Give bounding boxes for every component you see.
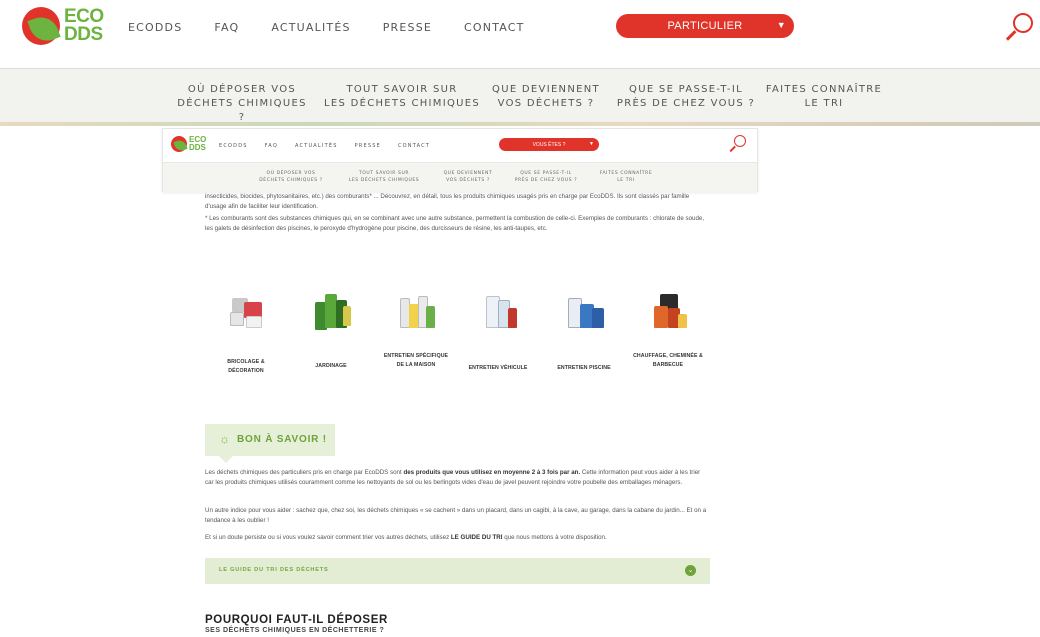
caret-down-icon: ▼	[589, 141, 594, 147]
paragraph-guide: Et si un doute persiste ou si vous voule…	[205, 534, 607, 541]
nav-faq[interactable]: FAQ	[265, 143, 278, 149]
search-icon[interactable]	[728, 135, 746, 153]
banner-strip	[0, 122, 1040, 126]
lightbulb-icon: ☼	[219, 432, 230, 446]
subnav-pres-de-chez-vous[interactable]: QUE SE PASSE-T-IL PRÈS DE CHEZ VOUS ?	[612, 83, 760, 111]
paragraph-frequence: Les déchets chimiques des particuliers p…	[205, 469, 701, 486]
category-entretien-piscine[interactable]: ENTRETIEN PISCINE	[549, 290, 619, 371]
bon-a-savoir-banner: ☼ BON À SAVOIR !	[205, 424, 335, 463]
nav-presse[interactable]: PRESSE	[383, 21, 432, 34]
guide-du-tri-link[interactable]: LE GUIDE DU TRI	[451, 534, 503, 541]
search-icon[interactable]	[1003, 13, 1033, 43]
nav-ecodds[interactable]: ECODDS	[128, 21, 182, 34]
subnav-que-deviennent[interactable]: QUE DEVIENNENT VOS DÉCHETS ?	[433, 170, 503, 184]
main-nav: ECODDS FAQ ACTUALITÉS PRESSE CONTACT	[128, 21, 557, 34]
leaf-logo-icon	[171, 136, 187, 152]
guide-du-tri-accordion[interactable]: LE GUIDE DU TRI DES DÉCHETS ⌄	[205, 558, 710, 584]
profile-dropdown-label: PARTICULIER	[667, 20, 743, 32]
nav-ecodds[interactable]: ECODDS	[219, 143, 248, 149]
category-entretien-maison[interactable]: ENTRETIEN SPÉCIFIQUE DE LA MAISON	[381, 290, 451, 368]
intro-paragraph: insecticides, biocides, phytosanitaires,…	[205, 193, 690, 210]
paint-cans-icon	[224, 290, 268, 330]
subnav-faites-connaitre[interactable]: FAITES CONNAÎTRE LE TRI	[589, 170, 663, 184]
section-subtitle: SES DÉCHETS CHIMIQUES EN DÉCHETTERIE ?	[205, 627, 385, 634]
subnav-ou-deposer[interactable]: OÙ DÉPOSER VOS DÉCHETS CHIMIQUES ?	[251, 170, 331, 184]
leaf-logo-icon	[22, 7, 60, 45]
profile-dropdown-small[interactable]: VOUS ÊTES ? ▼	[499, 138, 599, 151]
category-bricolage[interactable]: BRICOLAGE & DÉCORATION	[211, 290, 281, 374]
profile-dropdown[interactable]: PARTICULIER ▼	[616, 14, 794, 38]
home-products-icon	[394, 290, 438, 330]
category-entretien-vehicule[interactable]: ENTRETIEN VÉHICULE	[463, 290, 533, 371]
garden-bottles-icon	[309, 290, 353, 330]
subnav-que-deviennent[interactable]: QUE DEVIENNENT VOS DÉCHETS ?	[488, 83, 604, 111]
nav-contact[interactable]: CONTACT	[398, 143, 430, 149]
main-nav-small: ECODDS FAQ ACTUALITÉS PRESSE CONTACT	[219, 143, 447, 149]
caret-down-icon: ▼	[776, 20, 786, 30]
comburants-note: * Les comburants sont des substances chi…	[205, 215, 705, 232]
subnav-tout-savoir[interactable]: TOUT SAVOIR SUR LES DÉCHETS CHIMIQUES	[335, 170, 433, 184]
subnav-pres-de-chez-vous[interactable]: QUE SE PASSE-T-IL PRÈS DE CHEZ VOUS ?	[503, 170, 589, 184]
subnav-tout-savoir[interactable]: TOUT SAVOIR SUR LES DÉCHETS CHIMIQUES	[322, 83, 482, 111]
section-title: POURQUOI FAUT-IL DÉPOSER	[205, 614, 388, 626]
sticky-header: ECO DDS ECODDS FAQ ACTUALITÉS PRESSE CON…	[162, 128, 758, 192]
secondary-nav-small: OÙ DÉPOSER VOS DÉCHETS CHIMIQUES ? TOUT S…	[163, 162, 757, 192]
secondary-nav: OÙ DÉPOSER VOS DÉCHETS CHIMIQUES ? TOUT S…	[0, 68, 1040, 126]
nav-faq[interactable]: FAQ	[214, 21, 239, 34]
nav-contact[interactable]: CONTACT	[464, 21, 525, 34]
site-header: ECO DDS ECODDS FAQ ACTUALITÉS PRESSE CON…	[0, 0, 1040, 66]
logo-text-bottom: DDS	[64, 24, 103, 45]
category-chauffage[interactable]: CHAUFFAGE, CHEMINÉE & BARBECUE	[633, 290, 703, 368]
car-products-icon	[476, 290, 520, 330]
nav-presse[interactable]: PRESSE	[355, 143, 381, 149]
subnav-ou-deposer[interactable]: OÙ DÉPOSER VOS DÉCHETS CHIMIQUES ?	[172, 83, 312, 125]
subnav-faites-connaitre[interactable]: FAITES CONNAÎTRE LE TRI	[764, 83, 884, 111]
guide-du-tri-label: LE GUIDE DU TRI DES DÉCHETS	[219, 567, 329, 573]
nav-actualites[interactable]: ACTUALITÉS	[295, 143, 338, 149]
pool-products-icon	[562, 290, 606, 330]
nav-actualites[interactable]: ACTUALITÉS	[271, 21, 350, 34]
bon-a-savoir-title: BON À SAVOIR !	[237, 434, 327, 445]
paragraph-indice: Un autre indice pour vous aider : sachez…	[205, 507, 707, 524]
category-jardinage[interactable]: JARDINAGE	[296, 290, 366, 369]
ecodds-logo[interactable]: ECO DDS	[22, 7, 104, 45]
chevron-down-icon: ⌄	[685, 565, 696, 576]
ecodds-logo-small[interactable]: ECO DDS	[171, 136, 206, 152]
heating-products-icon	[646, 290, 690, 330]
